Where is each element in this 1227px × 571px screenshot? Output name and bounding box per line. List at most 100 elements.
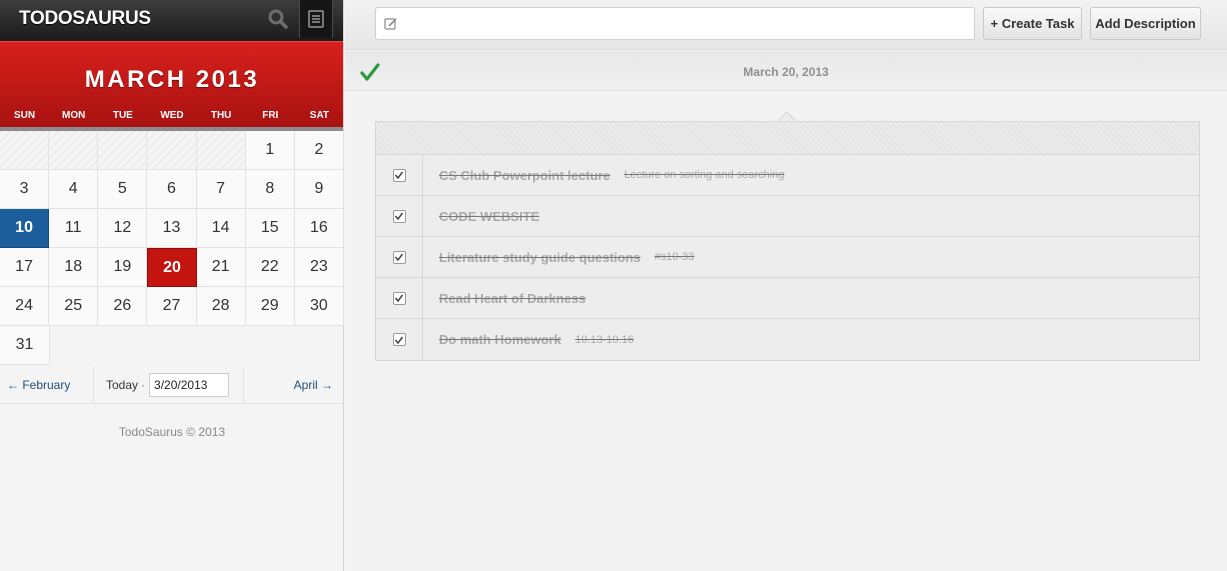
task-description: #s10-33 <box>654 251 695 263</box>
calendar-day[interactable]: 3 <box>0 170 50 209</box>
task-checkbox-cell[interactable] <box>376 155 423 195</box>
check-mark-icon <box>394 294 404 303</box>
calendar-day[interactable]: 13 <box>147 209 197 248</box>
month-title: MARCH 2013 <box>84 66 260 93</box>
check-mark-icon <box>394 336 404 344</box>
calendar-day[interactable]: 11 <box>49 209 99 248</box>
task-row[interactable]: Read Heart of Darkness <box>376 278 1199 319</box>
create-task-button[interactable]: + Create Task <box>983 7 1082 40</box>
task-text-cell: Literature study guide questions #s10-33 <box>423 237 1199 277</box>
add-description-button[interactable]: Add Description <box>1090 7 1201 40</box>
task-title[interactable]: CODE WEBSITE <box>439 209 543 224</box>
calendar-day[interactable]: 30 <box>294 287 344 326</box>
calendar-day[interactable]: 28 <box>196 287 246 326</box>
calendar-week: 3456789 <box>0 170 344 209</box>
footer-copyright: TodoSaurus © 2013 <box>118 425 226 439</box>
task-input-wrapper <box>375 7 975 40</box>
today-section: Today · <box>94 366 244 403</box>
calendar-day[interactable]: 27 <box>147 287 197 326</box>
weekday-label: TUE <box>112 110 133 121</box>
calendar-empty-cell <box>49 131 99 170</box>
task-row[interactable]: Do math Homework 10.13-10.16 <box>376 319 1199 360</box>
calendar-day[interactable]: 16 <box>294 209 344 248</box>
task-table: CS Club Powerpoint lecture Lecture on sor… <box>375 121 1200 361</box>
list-icon <box>308 10 324 28</box>
calendar-day[interactable]: 22 <box>245 248 295 287</box>
task-text-cell: Read Heart of Darkness <box>423 278 1199 318</box>
task-checkbox[interactable] <box>392 291 406 305</box>
date-field[interactable] <box>149 372 230 397</box>
calendar-day[interactable]: 6 <box>147 170 197 209</box>
calendar-week: 10 11 12 13 14 15 16 <box>0 209 344 248</box>
calendar-day[interactable]: 1 <box>245 131 295 170</box>
calendar-day[interactable]: 31 <box>0 326 50 365</box>
weekday-row: SUN MON TUE WED THU FRI SAT <box>0 110 344 121</box>
calendar-day[interactable]: 12 <box>98 209 148 248</box>
search-icon <box>268 9 288 29</box>
main-panel: + Create Task Add Description March 20, … <box>345 0 1227 571</box>
task-row[interactable]: CODE WEBSITE <box>376 196 1199 237</box>
app-logo[interactable]: TODOSAURUS <box>19 8 151 30</box>
calendar-header: MARCH 2013 SUN MON TUE WED THU FRI SAT <box>0 41 343 131</box>
task-row[interactable]: CS Club Powerpoint lecture Lecture on sor… <box>376 155 1199 196</box>
task-list-button[interactable] <box>299 0 333 38</box>
task-title[interactable]: Do math Homework <box>439 332 565 347</box>
prev-month-link[interactable]: ← February <box>0 366 94 403</box>
calendar-day[interactable]: 18 <box>49 248 99 287</box>
calendar-day[interactable]: 9 <box>294 170 344 209</box>
calendar-day[interactable]: 14 <box>196 209 246 248</box>
next-month-link[interactable]: April → <box>244 366 344 403</box>
calendar-day[interactable]: 2 <box>294 131 344 170</box>
sidebar: TODOSAURUS MARCH 2013 SUN MON TUE WED THU FRI… <box>0 0 344 571</box>
weekday-label: SUN <box>14 110 36 121</box>
calendar-day[interactable]: 24 <box>0 287 50 326</box>
task-title[interactable]: CS Club Powerpoint lecture <box>439 168 614 183</box>
calendar-empty-cell <box>196 131 246 170</box>
task-text-cell: CODE WEBSITE <box>423 196 1199 236</box>
calendar-day[interactable]: 29 <box>245 287 295 326</box>
check-mark-icon <box>394 212 404 221</box>
weekday-label: SAT <box>309 110 330 121</box>
calendar-nav: ← February Today · April → <box>0 366 344 404</box>
calendar-day[interactable]: 7 <box>196 170 246 209</box>
calendar-day[interactable]: 25 <box>49 287 99 326</box>
task-checkbox[interactable] <box>392 209 406 223</box>
weekday-label: FRI <box>262 110 279 121</box>
task-checkbox-cell[interactable] <box>376 319 423 360</box>
task-checkbox[interactable] <box>392 168 406 182</box>
check-mark-icon <box>394 253 404 262</box>
calendar-day[interactable]: 5 <box>98 170 148 209</box>
task-checkbox-cell[interactable] <box>376 237 423 277</box>
task-title[interactable]: Read Heart of Darkness <box>439 291 590 306</box>
search-button[interactable] <box>266 7 290 31</box>
calendar-week: 31 <box>0 326 344 365</box>
calendar-day[interactable]: 19 <box>98 248 148 287</box>
task-checkbox[interactable] <box>392 250 406 264</box>
calendar-day[interactable]: 20 <box>147 248 197 287</box>
task-title[interactable]: Literature study guide questions <box>439 250 645 265</box>
calendar-day[interactable]: 10 <box>0 209 50 248</box>
weekday-label: WED <box>160 110 184 121</box>
task-checkbox[interactable] <box>392 333 406 346</box>
task-rows: CS Club Powerpoint lecture Lecture on sor… <box>376 155 1199 360</box>
calendar-day[interactable]: 8 <box>245 170 295 209</box>
calendar-empty-cell <box>98 131 148 170</box>
calendar-grid: 1 2 3 4 5 6 7 8 9 10 11 12 13 14 15 16 17 18 19 20 21 22 23 24 2… <box>0 131 344 365</box>
calendar-day[interactable]: 4 <box>49 170 99 209</box>
today-link[interactable]: Today <box>106 378 138 392</box>
pencil-icon <box>384 18 397 30</box>
weekday-label: THU <box>210 110 232 121</box>
calendar-day[interactable]: 17 <box>0 248 50 287</box>
task-row[interactable]: Literature study guide questions #s10-33 <box>376 237 1199 278</box>
task-toolbar: + Create Task Add Description <box>345 0 1227 50</box>
calendar-day[interactable]: 15 <box>245 209 295 248</box>
calendar-day[interactable]: 21 <box>196 248 246 287</box>
task-checkbox-cell[interactable] <box>376 196 423 236</box>
task-description: Lecture on sorting and searching <box>624 169 785 181</box>
calendar-week: 24 25 26 27 28 29 30 <box>0 287 344 326</box>
task-checkbox-cell[interactable] <box>376 278 423 318</box>
calendar-day[interactable]: 26 <box>98 287 148 326</box>
calendar-day[interactable]: 23 <box>294 248 344 287</box>
new-task-input[interactable] <box>404 8 969 39</box>
today-separator: · <box>141 377 146 392</box>
